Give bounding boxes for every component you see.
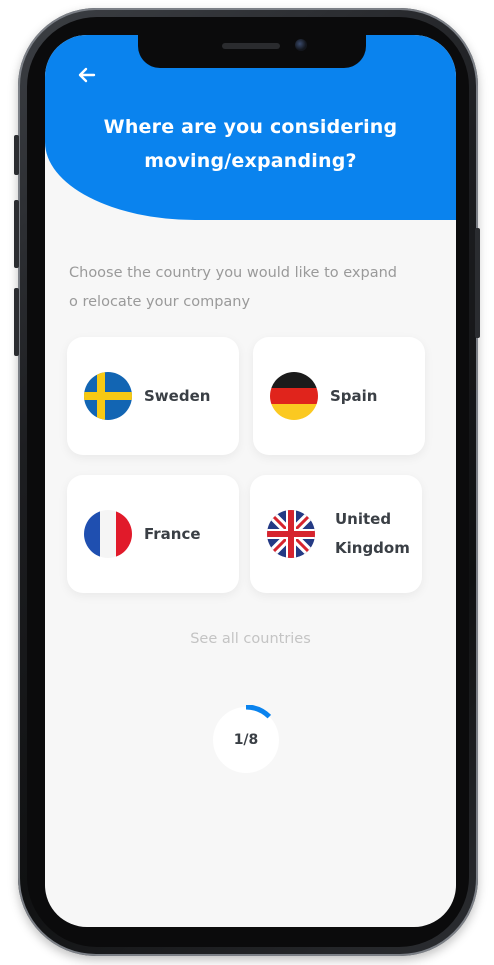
step-progress: 1/8 <box>211 704 281 775</box>
country-name: Sweden <box>144 386 211 405</box>
country-card-france[interactable]: France <box>67 475 239 593</box>
speaker-grille <box>222 43 280 49</box>
country-name-line2: Kingdom <box>335 539 410 557</box>
instructions-line2: o relocate your company <box>69 294 251 310</box>
front-camera <box>295 39 307 51</box>
page-title-line1: Where are you considering <box>103 116 398 138</box>
sweden-flag-icon <box>84 372 132 420</box>
country-card-spain[interactable]: Spain <box>253 337 425 455</box>
country-card-sweden[interactable]: Sweden <box>67 337 239 455</box>
country-card-united-kingdom[interactable]: United Kingdom <box>250 475 422 593</box>
arrow-left-icon <box>78 67 96 83</box>
page-title-line2: moving/expanding? <box>144 150 357 172</box>
silent-switch <box>14 135 19 175</box>
progress-label: 1/8 <box>233 732 259 748</box>
germany-flag-icon <box>270 372 318 420</box>
app-screen: Where are you considering moving/expandi… <box>45 35 456 927</box>
instructions-line1: Choose the country you would like to exp… <box>69 265 397 281</box>
country-name: Spain <box>330 386 378 405</box>
instructions-text: Choose the country you would like to exp… <box>69 259 429 317</box>
france-flag-icon <box>84 510 132 558</box>
uk-flag-icon <box>267 510 315 558</box>
back-button[interactable] <box>75 63 99 87</box>
page-title: Where are you considering moving/expandi… <box>85 110 416 178</box>
volume-down-button <box>14 288 19 356</box>
see-all-countries-link[interactable]: See all countries <box>45 631 456 647</box>
country-name-line1: United <box>335 510 392 528</box>
country-name: United Kingdom <box>335 475 419 593</box>
country-name: France <box>144 524 201 543</box>
volume-up-button <box>14 200 19 268</box>
phone-notch <box>138 35 366 68</box>
power-button <box>475 228 480 338</box>
